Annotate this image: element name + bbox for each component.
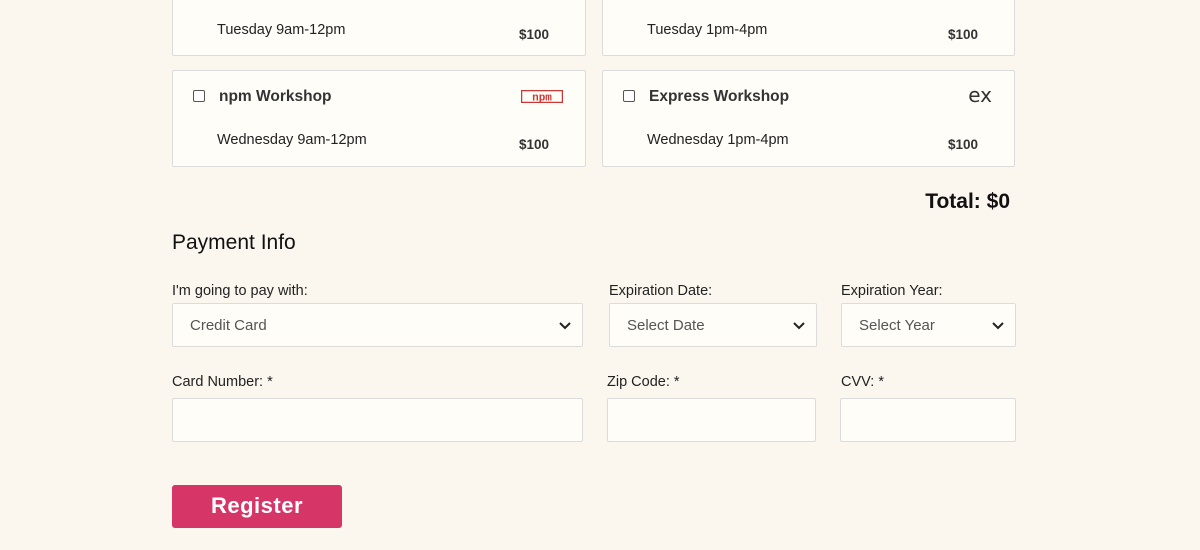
- workshop-card-express: Express Workshop ex Wednesday 1pm-4pm $1…: [602, 70, 1015, 167]
- payment-info-heading: Payment Info: [172, 231, 296, 254]
- workshop-time: Wednesday 1pm-4pm: [647, 132, 789, 148]
- workshop-price: $100: [947, 137, 978, 152]
- express-logo-icon: ex: [968, 83, 992, 107]
- total-amount: Total: $0: [925, 190, 1010, 213]
- expiration-year-value: Select Year: [859, 317, 935, 334]
- cvv-input[interactable]: [840, 398, 1016, 442]
- payment-method-value: Credit Card: [190, 317, 267, 334]
- workshop-time: Tuesday 1pm-4pm: [647, 22, 768, 38]
- cvv-label: CVV: *: [841, 374, 884, 390]
- workshop-price: $100: [518, 137, 549, 152]
- svg-text:npm: npm: [532, 93, 552, 104]
- card-number-input[interactable]: [172, 398, 583, 442]
- workshop-price: $100: [518, 27, 549, 42]
- expiration-year-select[interactable]: Select Year: [841, 303, 1016, 347]
- zip-code-input[interactable]: [607, 398, 816, 442]
- workshop-card-tuesday-am: Tuesday 9am-12pm $100: [172, 0, 586, 56]
- expiration-year-label: Expiration Year:: [841, 283, 943, 299]
- npm-workshop-checkbox[interactable]: [193, 90, 205, 102]
- workshop-card-npm: npm Workshop npm Wednesday 9am-12pm $100: [172, 70, 586, 167]
- workshop-card-tuesday-pm: Tuesday 1pm-4pm $100: [602, 0, 1015, 56]
- payment-method-select[interactable]: Credit Card: [172, 303, 583, 347]
- express-workshop-checkbox[interactable]: [623, 90, 635, 102]
- expiration-date-label: Expiration Date:: [609, 283, 713, 299]
- expiration-date-select[interactable]: Select Date: [609, 303, 817, 347]
- npm-logo-icon: npm: [520, 89, 564, 108]
- workshop-price: $100: [947, 27, 978, 42]
- workshop-title: Express Workshop: [649, 88, 790, 105]
- payment-method-label: I'm going to pay with:: [172, 283, 308, 299]
- chevron-down-icon: [559, 322, 571, 330]
- workshop-title: npm Workshop: [219, 88, 332, 105]
- card-number-label: Card Number: *: [172, 374, 273, 390]
- chevron-down-icon: [992, 322, 1004, 330]
- workshop-time: Tuesday 9am-12pm: [217, 22, 346, 38]
- expiration-date-value: Select Date: [627, 317, 705, 334]
- chevron-down-icon: [793, 322, 805, 330]
- register-button[interactable]: Register: [172, 485, 342, 528]
- zip-code-label: Zip Code: *: [607, 374, 680, 390]
- workshop-time: Wednesday 9am-12pm: [217, 132, 367, 148]
